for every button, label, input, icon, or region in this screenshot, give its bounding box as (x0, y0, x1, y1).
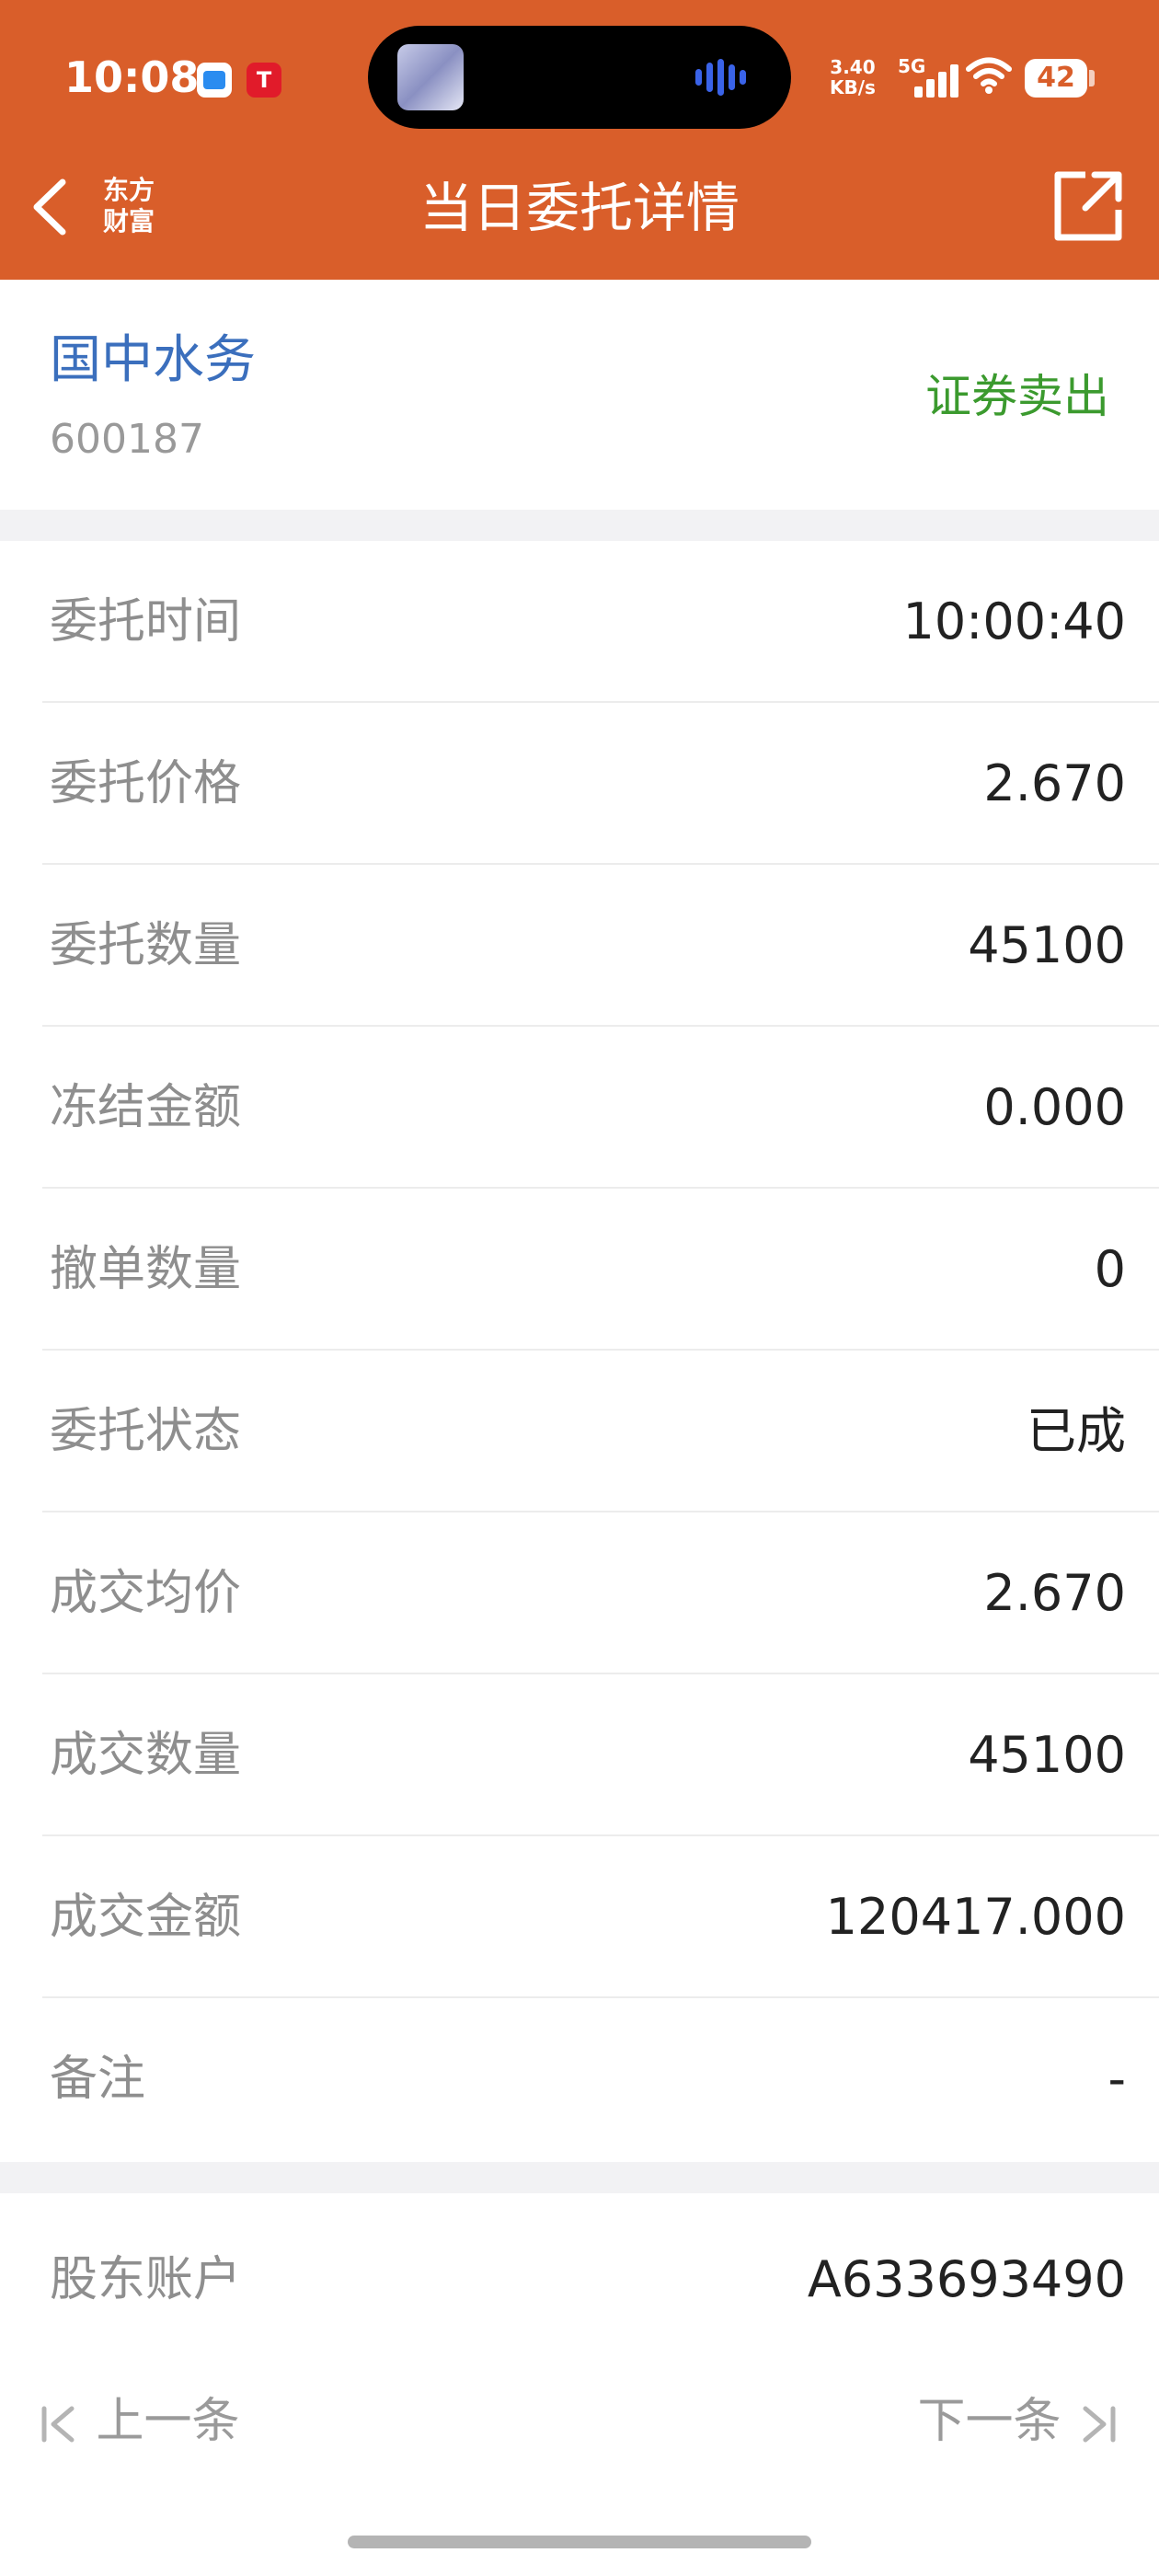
detail-row-order-price: 委托价格 2.670 (0, 703, 1159, 865)
detail-row-remark: 备注 - (0, 1998, 1159, 2160)
detail-row-filled-amount: 成交金额 120417.000 (0, 1836, 1159, 1998)
detail-row-cancel-quantity: 撤单数量 0 (0, 1189, 1159, 1351)
detail-row-order-quantity: 委托数量 45100 (0, 865, 1159, 1027)
network-speed-value: 3.40 (830, 56, 876, 78)
account-value: A633693490 (807, 2250, 1126, 2308)
battery-level: 42 (1037, 62, 1075, 94)
message-app-icon (197, 63, 232, 98)
trade-type: 证券卖出 (925, 370, 1109, 423)
next-record-label: 下一条 (917, 2394, 1061, 2449)
section-gap (0, 510, 1159, 541)
dynamic-island[interactable] (368, 26, 791, 129)
detail-row-filled-quantity: 成交数量 45100 (0, 1674, 1159, 1836)
share-button[interactable] (1049, 167, 1126, 245)
account-label: 股东账户 (50, 2252, 242, 2307)
detail-row-order-time: 委托时间 10:00:40 (0, 541, 1159, 703)
stock-summary: 国中水务 600187 证券卖出 (0, 280, 1159, 510)
row-value: 0.000 (983, 1078, 1126, 1136)
skip-first-icon (41, 2406, 75, 2443)
row-value: 0 (1094, 1240, 1126, 1298)
brand-line-1: 东方 (102, 175, 155, 205)
row-value: 45100 (968, 916, 1126, 974)
row-label: 撤单数量 (50, 1242, 242, 1297)
page-title: 当日委托详情 (419, 177, 740, 239)
row-value: 已成 (1027, 1402, 1126, 1460)
row-label: 委托时间 (50, 594, 242, 650)
row-label: 委托状态 (50, 1404, 242, 1459)
section-gap (0, 2162, 1159, 2193)
wifi-icon (966, 55, 1012, 103)
battery-tip (1089, 70, 1095, 86)
home-indicator[interactable] (348, 2536, 811, 2548)
stock-code: 600187 (50, 416, 204, 463)
row-value: 120417.000 (825, 1888, 1126, 1946)
audio-wave-icon (695, 59, 760, 96)
prev-record-label: 上一条 (96, 2394, 240, 2449)
row-label: 委托价格 (50, 756, 242, 811)
row-value: 2.670 (983, 1564, 1126, 1622)
network-speed-unit: KB/s (830, 76, 876, 98)
back-button[interactable] (26, 175, 72, 239)
row-label: 成交均价 (50, 1566, 242, 1621)
row-value: 45100 (968, 1726, 1126, 1784)
row-label: 委托数量 (50, 918, 242, 973)
record-pager: 上一条 下一条 (0, 2385, 1159, 2477)
top-bar: 10:08 T 3.40 KB/s 5G 42 东方 财富 当日委托详情 (0, 0, 1159, 280)
row-value: - (1107, 2050, 1127, 2108)
row-label: 备注 (50, 2052, 146, 2107)
stock-name[interactable]: 国中水务 (50, 326, 256, 396)
row-value: 10:00:40 (902, 592, 1126, 650)
row-label: 冻结金额 (50, 1080, 242, 1135)
brand-line-2: 财富 (102, 206, 155, 236)
battery-icon: 42 (1025, 59, 1087, 98)
share-icon (1054, 171, 1122, 241)
skip-last-icon (1083, 2406, 1116, 2443)
shareholder-account-row: 股东账户 A633693490 (0, 2193, 1159, 2368)
tesla-app-icon: T (247, 63, 281, 98)
prev-record-button[interactable]: 上一条 (39, 2385, 240, 2458)
row-label: 成交数量 (50, 1728, 242, 1783)
signal-icon (901, 61, 958, 98)
brand-logo[interactable]: 东方 财富 (96, 175, 162, 241)
detail-row-frozen-amount: 冻结金额 0.000 (0, 1027, 1159, 1189)
order-detail-list: 委托时间 10:00:40 委托价格 2.670 委托数量 45100 冻结金额… (0, 541, 1159, 2160)
row-label: 成交金额 (50, 1890, 242, 1945)
next-record-button[interactable]: 下一条 (917, 2385, 1119, 2458)
detail-row-avg-price: 成交均价 2.670 (0, 1512, 1159, 1674)
network-speed: 3.40 KB/s (830, 57, 876, 98)
detail-row-order-status: 委托状态 已成 (0, 1351, 1159, 1512)
row-value: 2.670 (983, 754, 1126, 812)
media-thumbnail (397, 44, 464, 110)
status-time: 10:08 (64, 52, 200, 102)
chevron-left-icon (33, 178, 66, 236)
